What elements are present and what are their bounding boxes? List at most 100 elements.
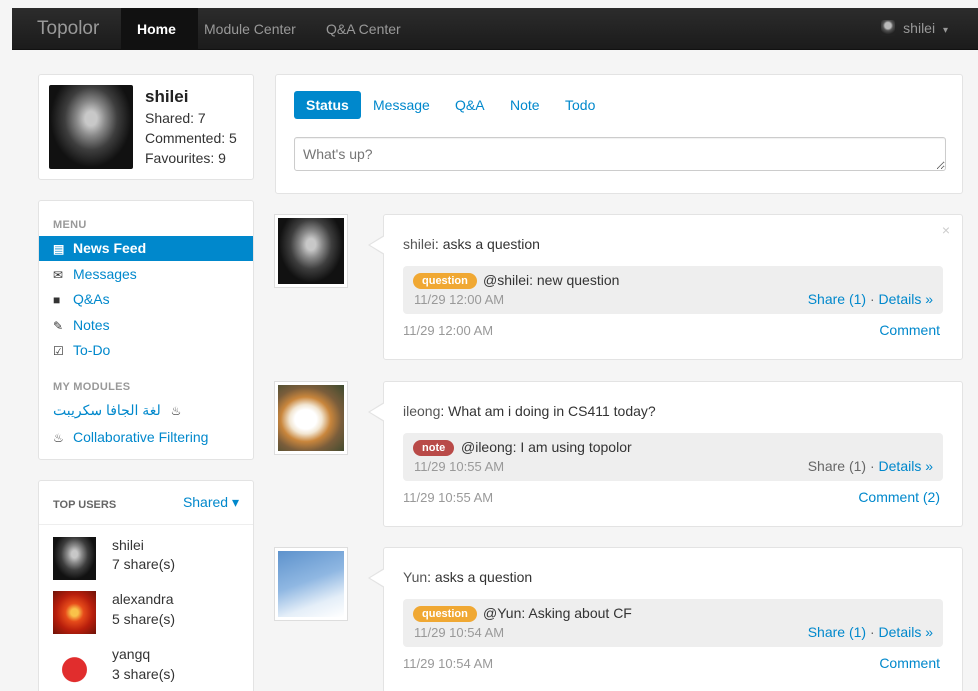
sidebar-item-label: Q&As [73,291,110,307]
type-badge: question [413,606,477,622]
share-link[interactable]: Share (1) [808,291,866,307]
comment-link[interactable]: Comment [879,655,940,671]
chevron-down-icon: ▾ [942,25,948,36]
quote-time: 11/29 10:55 AM [414,459,505,474]
top-navbar: Topolor Home Module Center Q&A Center sh… [12,8,978,50]
feed-user[interactable]: Yun [403,569,427,585]
feed-action: asks a question [434,569,533,585]
divider [39,524,253,525]
feed-item: × shilei: asks a question question @shil… [368,214,963,360]
sidebar-item-label: Notes [73,317,110,333]
quote-time: 11/29 10:54 AM [414,625,505,640]
sidebar-item-label: To-Do [73,342,111,358]
user-menu-name: shilei [903,20,936,36]
comment-link[interactable]: Comment (2) [858,489,940,505]
tab-status[interactable]: Status [294,91,361,119]
comment-link[interactable]: Comment [879,322,940,338]
brand-logo[interactable]: Topolor [37,18,99,40]
nav-module-center[interactable]: Module Center [204,21,296,37]
sidebar-module-javascript[interactable]: لغة الجافا سكريبت ♨ [53,402,191,419]
share-link[interactable]: Share (1) [808,624,866,640]
module-label: Collaborative Filtering [73,429,209,445]
feed-avatar[interactable] [274,381,348,455]
user-menu[interactable]: shilei ▾ [881,20,948,36]
menu-header: MENU [53,219,87,231]
sidebar-module-collaborative-filtering[interactable]: ♨ Collaborative Filtering [53,429,208,445]
avatar-image [278,385,344,451]
feed-item: Yun: asks a question question @Yun: Aski… [368,547,963,691]
sidebar-item-notes[interactable]: ✎ Notes [53,317,110,333]
quote-text: @Yun: Asking about CF [483,605,632,621]
quote-actions: Share (1) · Details » [807,458,933,474]
type-badge: note [413,440,455,456]
tab-note[interactable]: Note [498,91,552,119]
top-user-count: 5 share(s) [112,611,176,627]
quote-text: @ileong: I am using topolor [461,439,632,455]
details-link[interactable]: Details » [879,291,933,307]
feed-quote: question @shilei: new question 11/29 12:… [403,266,943,314]
envelope-icon: ✉ [53,268,64,282]
share-link[interactable]: Share (1) [808,458,866,474]
profile-commented: Commented: 5 [145,130,237,146]
sidebar-item-label: Messages [73,266,137,282]
profile-avatar[interactable] [49,85,133,169]
quote-actions: Share (1) · Details » [807,624,933,640]
top-users-panel: TOP USERS Shared ▾ shilei 7 share(s) ale… [38,480,254,691]
feed-action: asks a question [442,236,540,252]
status-composer: Status Message Q&A Note Todo [275,74,963,194]
details-link[interactable]: Details » [879,624,933,640]
user-avatar-icon [881,20,896,36]
sidebar-item-news-feed[interactable]: ▤ News Feed [39,236,253,261]
feed-headline: ileong: What am i doing in CS411 today? [403,403,656,419]
profile-shared: Shared: 7 [145,110,206,126]
feed-avatar[interactable] [274,547,348,621]
details-link[interactable]: Details » [879,458,933,474]
list-icon: ▤ [53,242,65,256]
top-users-header: TOP USERS [53,499,117,511]
sidebar-menu: MENU ▤ News Feed ✉ Messages ■ Q&As ✎ Notes ☑… [38,200,254,460]
top-user-name[interactable]: yangq [112,646,150,662]
module-label: لغة الجافا سكريبت [53,402,161,418]
tab-todo[interactable]: Todo [553,91,607,119]
fire-icon: ♨ [53,431,64,445]
comment-icon: ■ [53,293,61,307]
top-user-avatar[interactable] [53,646,96,689]
feed-avatar[interactable] [274,214,348,288]
tab-message[interactable]: Message [361,91,442,119]
feed-item: ileong: What am i doing in CS411 today? … [368,381,963,527]
nav-qa-center[interactable]: Q&A Center [326,21,401,37]
sidebar-item-qas[interactable]: ■ Q&As [53,291,110,307]
quote-time: 11/29 12:00 AM [414,292,505,307]
nav-home[interactable]: Home [137,21,176,37]
sidebar-item-messages[interactable]: ✉ Messages [53,266,137,282]
sidebar-item-todo[interactable]: ☑ To-Do [53,342,110,358]
profile-favourites: Favourites: 9 [145,150,226,166]
close-icon[interactable]: × [942,222,950,238]
top-user-avatar[interactable] [53,591,96,634]
status-input[interactable] [294,137,946,171]
feed-quote: note @ileong: I am using topolor 11/29 1… [403,433,943,481]
feed-quote: question @Yun: Asking about CF 11/29 10:… [403,599,943,647]
feed-headline: Yun: asks a question [403,569,533,585]
profile-card: shilei Shared: 7 Commented: 5 Favourites… [38,74,254,180]
top-user-name[interactable]: shilei [112,537,144,553]
feed-user[interactable]: ileong [403,403,440,419]
feed-time: 11/29 12:00 AM [403,323,494,338]
fire-icon: ♨ [170,404,182,418]
quote-actions: Share (1) · Details » [807,291,933,307]
top-user-name[interactable]: alexandra [112,591,174,607]
check-icon: ☑ [53,344,64,358]
quote-text: @shilei: new question [483,272,620,288]
top-users-sort-dropdown[interactable]: Shared ▾ [183,494,239,511]
type-badge: question [413,273,477,289]
profile-name[interactable]: shilei [145,87,188,107]
tab-qa[interactable]: Q&A [443,91,497,119]
top-user-count: 7 share(s) [112,556,176,572]
feed-headline: shilei: asks a question [403,236,540,252]
avatar-image [278,551,344,617]
feed-time: 11/29 10:54 AM [403,656,494,671]
feed-time: 11/29 10:55 AM [403,490,494,505]
feed-user[interactable]: shilei [403,236,435,252]
top-user-count: 3 share(s) [112,666,176,682]
top-user-avatar[interactable] [53,537,96,580]
